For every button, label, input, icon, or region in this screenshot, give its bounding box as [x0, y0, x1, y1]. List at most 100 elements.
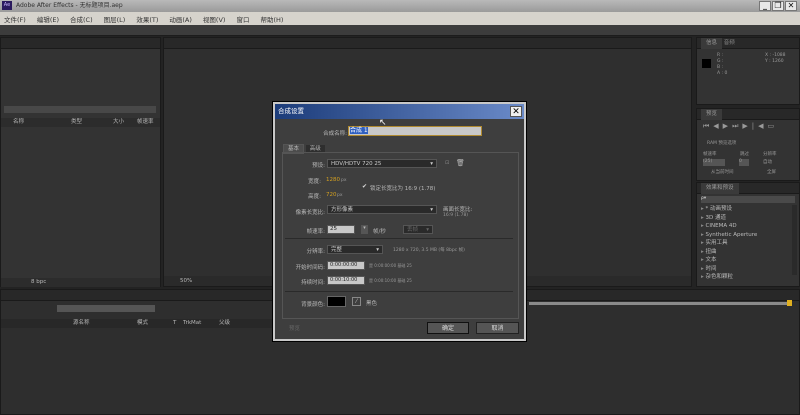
- tab-preview[interactable]: 预览: [701, 109, 723, 120]
- skip-field[interactable]: 0: [739, 159, 749, 166]
- preset-select[interactable]: HDV/HDTV 720 25: [327, 159, 437, 168]
- col-mode[interactable]: 模式: [137, 319, 148, 328]
- col-name[interactable]: 名称: [13, 118, 24, 127]
- ram-preview-options[interactable]: RAM 预览选项: [707, 140, 736, 146]
- fps-label: 帧速率: [703, 152, 717, 157]
- bpc-button[interactable]: 8 bpc: [31, 279, 46, 285]
- bg-color-swatch[interactable]: [327, 296, 346, 307]
- info-a: A : 0: [717, 71, 728, 76]
- pixel-aspect-select[interactable]: 方形像素: [327, 205, 437, 214]
- menu-view[interactable]: 视图(V): [203, 14, 226, 24]
- list-item[interactable]: 扭曲: [697, 248, 793, 257]
- duration-input[interactable]: 0:00:10:00: [327, 276, 365, 285]
- menu-animation[interactable]: 动画(A): [169, 14, 192, 24]
- info-y: Y : 1260: [765, 59, 784, 64]
- restore-button[interactable]: ❐: [772, 1, 784, 11]
- list-item[interactable]: Synthetic Aperture: [697, 231, 793, 240]
- width-unit: px: [341, 178, 347, 183]
- col-source-name[interactable]: 源名称: [73, 319, 90, 328]
- list-item[interactable]: * 动画预设: [697, 205, 793, 214]
- list-item[interactable]: CINEMA 4D: [697, 222, 793, 231]
- frame-aspect-label: 画面长宽比:: [443, 207, 473, 213]
- effects-list: * 动画预设 3D 通道 CINEMA 4D Synthetic Apertur…: [697, 205, 793, 282]
- cancel-button[interactable]: 取消: [476, 322, 519, 334]
- menu-effect[interactable]: 效果(T): [136, 14, 158, 24]
- comp-name-label: 合成名称:: [323, 131, 347, 137]
- viewer-tab-row[interactable]: [164, 38, 691, 49]
- resolution-select[interactable]: 完整: [327, 245, 383, 254]
- menu-window[interactable]: 窗口: [236, 14, 249, 24]
- close-window-button[interactable]: ✕: [785, 1, 797, 11]
- delete-preset-icon[interactable]: 🗑: [456, 159, 465, 167]
- dialog-close-button[interactable]: ✕: [510, 106, 522, 117]
- list-item[interactable]: 时间: [697, 265, 793, 274]
- tab-info[interactable]: 信息: [701, 38, 723, 49]
- menu-help[interactable]: 帮助(H): [260, 14, 283, 24]
- list-item[interactable]: 3D 通道: [697, 214, 793, 223]
- tab-audio[interactable]: 音频: [724, 40, 735, 46]
- lock-aspect-checkbox[interactable]: ✔: [362, 183, 367, 190]
- col-fps[interactable]: 帧速率: [137, 118, 154, 127]
- lock-aspect-label: 锁定长宽比为 16:9 (1.78): [370, 186, 436, 192]
- res-label: 分辨率: [763, 152, 777, 157]
- work-area-bar[interactable]: [529, 302, 791, 305]
- width-label: 宽度:: [308, 179, 321, 185]
- menu-layer[interactable]: 图层(L): [104, 14, 126, 24]
- height-value[interactable]: 720: [326, 192, 337, 198]
- col-parent[interactable]: 父级: [219, 319, 230, 328]
- fps-dropdown[interactable]: ▾: [361, 225, 368, 234]
- col-t[interactable]: T: [173, 319, 176, 328]
- skip-label: 跳过: [740, 152, 749, 157]
- project-column-header: 名称 类型 大小 帧速率: [1, 118, 160, 127]
- comp-name-input[interactable]: 合成 1: [348, 126, 482, 136]
- effects-search-input[interactable]: ρ▾: [701, 196, 795, 203]
- project-search-input[interactable]: [4, 106, 156, 113]
- width-value[interactable]: 1280: [326, 177, 340, 183]
- tools-toolbar[interactable]: [0, 25, 800, 36]
- col-type[interactable]: 类型: [71, 118, 82, 127]
- bg-color-name: 黑色: [366, 301, 378, 307]
- preview-checkbox[interactable]: 预览: [289, 324, 300, 332]
- minimize-button[interactable]: _: [759, 1, 771, 11]
- bg-color-label: 背景颜色:: [301, 302, 325, 308]
- drop-frame-select[interactable]: 丢帧: [403, 225, 433, 234]
- project-panel: 名称 类型 大小 帧速率 8 bpc: [0, 37, 161, 287]
- menu-composition[interactable]: 合成(C): [70, 14, 93, 24]
- save-preset-icon[interactable]: ⊡: [445, 160, 449, 166]
- playhead-marker[interactable]: [787, 300, 792, 306]
- list-item[interactable]: 杂色和颗粒: [697, 273, 793, 282]
- col-size[interactable]: 大小: [113, 118, 124, 127]
- tab-effects[interactable]: 效果和预设: [701, 183, 739, 194]
- effects-presets-panel: 效果和预设 ρ▾ * 动画预设 3D 通道 CINEMA 4D Syntheti…: [696, 182, 800, 287]
- fps-unit: 帧/秒: [373, 229, 386, 235]
- ok-button[interactable]: 确定: [427, 322, 469, 334]
- playback-controls[interactable]: ⏮◀▶⏭▶|◀▭: [703, 122, 778, 131]
- menu-bar: 文件(F) 编辑(E) 合成(C) 图层(L) 效果(T) 动画(A) 视图(V…: [0, 12, 800, 25]
- preset-label: 预设:: [312, 163, 325, 169]
- info-panel: 信息 音频 R :G :B :A : 0 X : -1088 Y : 1260: [696, 37, 800, 105]
- comp-name-value: 合成 1: [350, 127, 368, 134]
- list-item[interactable]: 实用工具: [697, 239, 793, 248]
- preview-panel: 预览 ⏮◀▶⏭▶|◀▭ RAM 预览选项 帧速率 跳过 分辨率 (25) 0 自…: [696, 108, 800, 181]
- menu-edit[interactable]: 编辑(E): [37, 14, 59, 24]
- fps-input[interactable]: 25: [327, 225, 355, 234]
- effects-scrollbar[interactable]: [792, 205, 797, 275]
- list-item[interactable]: 文本: [697, 256, 793, 265]
- timeline-column-header: 源名称 模式 T TrkMat 父级: [1, 319, 281, 328]
- height-label: 高度:: [308, 194, 321, 200]
- from-current-checkbox[interactable]: 从当前时间: [711, 169, 734, 175]
- timeline-search-input[interactable]: [57, 305, 155, 312]
- fps-select[interactable]: (25): [703, 159, 725, 166]
- zoom-select[interactable]: 50%: [180, 278, 192, 284]
- project-tab-row[interactable]: [1, 38, 160, 49]
- col-trkmat[interactable]: TrkMat: [183, 319, 201, 328]
- title-bar: Adobe After Effects - 无标题项目.aep: [0, 0, 800, 12]
- dialog-title: 合成设置: [275, 104, 524, 119]
- eyedropper-icon[interactable]: ⁄: [352, 297, 361, 306]
- duration-info: 是 0:00:10:00 基础 25: [369, 278, 412, 283]
- menu-file[interactable]: 文件(F): [4, 14, 26, 24]
- start-timecode-input[interactable]: 0:00:00:00: [327, 261, 365, 270]
- res-select[interactable]: 自动: [763, 159, 772, 165]
- fps-label: 帧速率:: [306, 229, 325, 235]
- full-screen-checkbox[interactable]: 全屏: [767, 169, 776, 175]
